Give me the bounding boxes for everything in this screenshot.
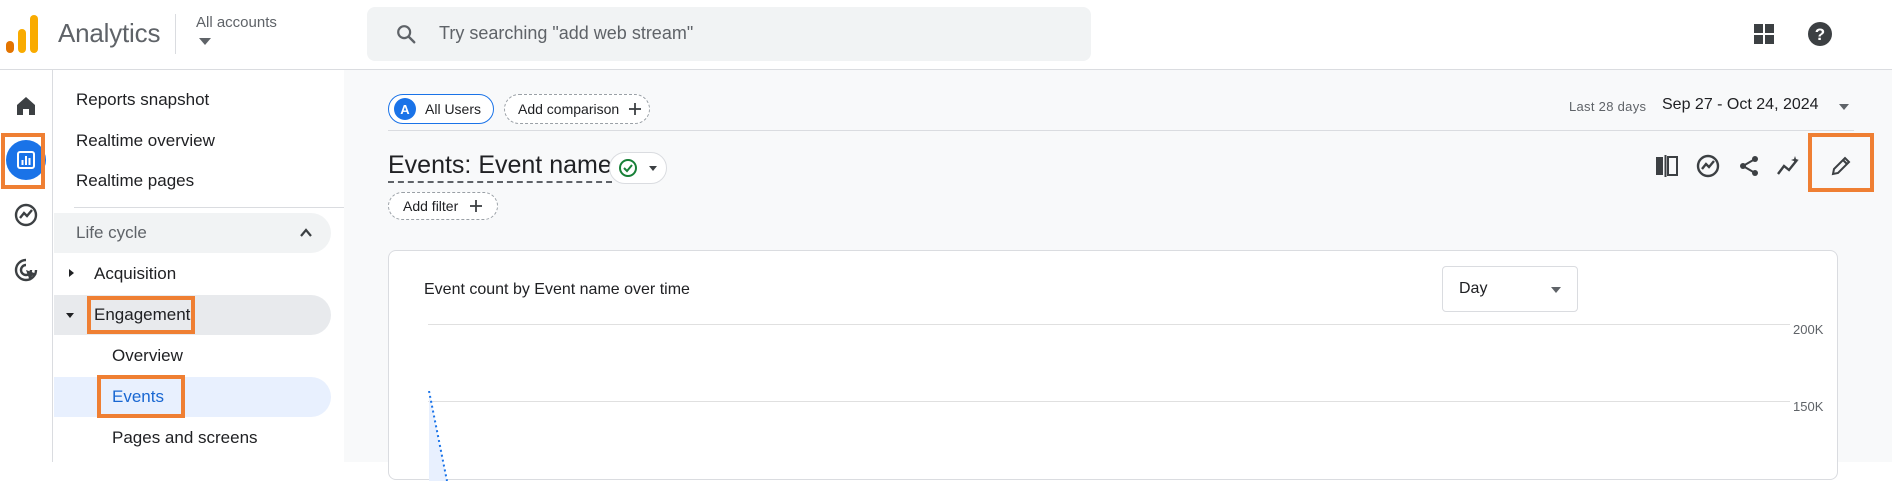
grid-line	[428, 324, 1790, 325]
nav-engagement[interactable]: Engagement	[94, 305, 190, 325]
rail-reports[interactable]	[6, 140, 46, 180]
add-comparison-label: Add comparison	[518, 101, 620, 117]
add-filter-button[interactable]: Add filter	[388, 192, 498, 220]
nav-overview[interactable]: Overview	[112, 346, 183, 366]
share-icon	[1740, 156, 1758, 176]
search-placeholder[interactable]: Try searching "add web stream"	[439, 23, 693, 44]
advertising-icon	[14, 258, 38, 282]
trend-icon	[1777, 156, 1799, 175]
insights-icon	[1696, 154, 1720, 178]
header-divider	[175, 14, 176, 54]
chart-card: Event count by Event name over time Day …	[388, 250, 1838, 481]
help-icon[interactable]: ?	[1806, 20, 1834, 48]
page-title[interactable]: Events: Event name	[388, 151, 612, 183]
rail-explore[interactable]	[6, 195, 46, 235]
grid-line	[428, 401, 1790, 402]
segment-label: All Users	[425, 101, 482, 117]
apps-grid-icon[interactable]	[1752, 22, 1776, 46]
search-bar[interactable]: Try searching "add web stream"	[367, 7, 1091, 61]
caret-down-icon	[649, 166, 657, 171]
app-name: Analytics	[58, 18, 161, 48]
edit-icon	[1831, 156, 1851, 176]
plus-icon	[629, 103, 642, 115]
edit-report-button[interactable]	[1826, 151, 1856, 181]
date-range-picker[interactable]: Sep 27 - Oct 24, 2024	[1662, 96, 1819, 114]
y-tick-200k: 200K	[1793, 322, 1824, 337]
compare-button[interactable]	[1652, 151, 1682, 181]
compare-icon	[1656, 155, 1678, 177]
add-comparison-button[interactable]: Add comparison	[504, 94, 650, 124]
nav-realtime-pages[interactable]: Realtime pages	[76, 171, 194, 191]
nav-realtime-overview[interactable]: Realtime overview	[76, 131, 215, 151]
search-icon	[397, 25, 416, 44]
nav-divider	[74, 207, 372, 208]
date-range-label: Last 28 days	[1569, 99, 1647, 114]
segment-avatar: A	[394, 98, 416, 120]
analytics-logo[interactable]	[6, 15, 40, 53]
trend-button[interactable]	[1774, 151, 1804, 181]
rail-advertising[interactable]	[6, 250, 46, 290]
insights-button[interactable]	[1693, 151, 1723, 181]
account-switcher[interactable]: All accounts	[196, 14, 277, 31]
reports-icon	[17, 151, 35, 169]
nav-events-row[interactable]	[54, 377, 331, 417]
header-divider-line	[388, 130, 1854, 131]
top-app-bar: Analytics All accounts Try searching "ad…	[0, 0, 1892, 70]
y-tick-150k: 150K	[1793, 399, 1824, 414]
chevron-down-icon[interactable]	[1839, 104, 1849, 110]
explore-icon	[14, 203, 38, 227]
main-content: A All Users Add comparison Last 28 days …	[344, 70, 1892, 481]
granularity-select[interactable]: Day	[1442, 266, 1578, 312]
series-line	[428, 391, 448, 481]
nav-events[interactable]: Events	[112, 387, 164, 407]
chevron-down-icon	[1551, 287, 1561, 293]
left-rail	[0, 70, 53, 462]
caret-right-icon[interactable]	[66, 268, 76, 278]
chevron-up-icon[interactable]	[299, 226, 313, 240]
side-nav: Reports snapshot Realtime overview Realt…	[54, 70, 372, 462]
nav-reports-snapshot[interactable]: Reports snapshot	[76, 90, 209, 110]
chart-title: Event count by Event name over time	[424, 281, 690, 298]
chevron-down-icon[interactable]	[199, 38, 211, 45]
check-circle-icon	[619, 159, 637, 177]
nav-pages-and-screens[interactable]: Pages and screens	[112, 428, 258, 448]
nav-section-life-cycle[interactable]: Life cycle	[54, 213, 331, 253]
svg-text:?: ?	[1815, 25, 1825, 44]
granularity-value: Day	[1459, 280, 1488, 297]
caret-down-icon[interactable]	[65, 310, 75, 320]
report-status-chip[interactable]	[609, 152, 667, 184]
rail-home[interactable]	[6, 86, 46, 126]
home-icon	[17, 97, 35, 115]
nav-acquisition[interactable]: Acquisition	[94, 264, 176, 284]
life-cycle-label: Life cycle	[76, 223, 147, 242]
share-button[interactable]	[1734, 151, 1764, 181]
comparison-all-users[interactable]: A All Users	[388, 94, 494, 124]
plus-icon	[470, 200, 483, 212]
add-filter-label: Add filter	[403, 198, 459, 214]
